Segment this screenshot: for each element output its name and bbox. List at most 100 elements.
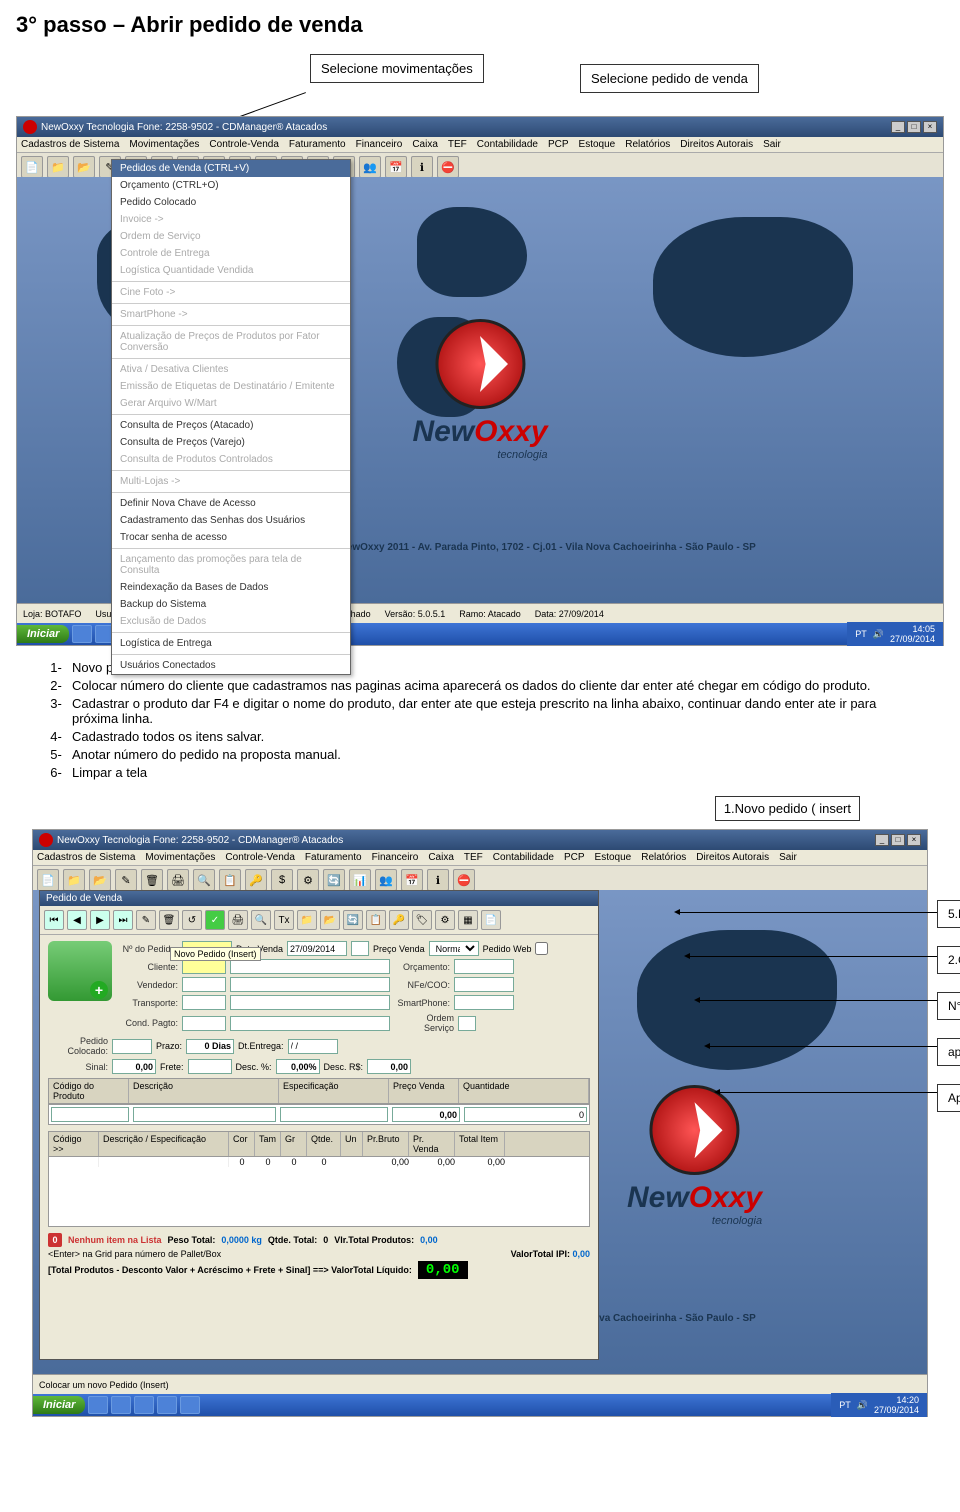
vendedor-nome-input[interactable] xyxy=(230,977,390,992)
toolbar-icon[interactable]: 👥 xyxy=(375,869,397,891)
toolbar-icon[interactable]: 📊 xyxy=(349,869,371,891)
os-input[interactable] xyxy=(458,1016,476,1031)
next-record-icon[interactable]: ▶ xyxy=(90,910,110,930)
dropdown-item[interactable]: Cine Foto -> xyxy=(112,284,350,301)
toolbar-icon[interactable]: 📂 xyxy=(73,156,95,178)
dropdown-item[interactable]: SmartPhone -> xyxy=(112,306,350,323)
document-icon[interactable]: 📄 xyxy=(481,910,501,930)
dropdown-item[interactable]: Definir Nova Chave de Acesso xyxy=(112,495,350,512)
menu-item[interactable]: PCP xyxy=(564,852,585,863)
minimize-icon[interactable]: _ xyxy=(875,834,889,846)
data-venda-input[interactable] xyxy=(287,941,347,956)
menu-item[interactable]: Contabilidade xyxy=(493,852,554,863)
pedido-toolbar[interactable]: ⏮ ◀ ▶ ⏭ ✎ 🗑 ↺ ✓ 🖨 🔍 Tx 📁 📂 🔄 📋 🔑 🏷 ⚙ ▦ 📄 xyxy=(40,906,598,935)
dropdown-item[interactable]: Usuários Conectados xyxy=(112,657,350,674)
menu-item[interactable]: Caixa xyxy=(428,852,454,863)
frete-input[interactable] xyxy=(188,1059,232,1074)
dropdown-item[interactable]: Orçamento (CTRL+O) xyxy=(112,177,350,194)
preco-select[interactable]: Normal xyxy=(429,941,479,956)
quick-launch-icon[interactable] xyxy=(72,625,92,643)
toolbar-icon[interactable]: ⛔ xyxy=(453,869,475,891)
menu-item[interactable]: Contabilidade xyxy=(477,139,538,150)
windows-taskbar[interactable]: Iniciar PT 🔊 14:20 27/09/2014 xyxy=(33,1394,927,1416)
dropdown-item[interactable]: Logística de Entrega xyxy=(112,635,350,652)
dropdown-item[interactable]: Emissão de Etiquetas de Destinatário / E… xyxy=(112,378,350,395)
descricao-input[interactable] xyxy=(133,1107,276,1122)
toolbar-icon[interactable]: 📄 xyxy=(37,869,59,891)
dropdown-item[interactable]: Atualização de Preços de Produtos por Fa… xyxy=(112,328,350,356)
descr-input[interactable] xyxy=(367,1059,411,1074)
menu-item[interactable]: Relatórios xyxy=(625,139,670,150)
close-icon[interactable]: × xyxy=(907,834,921,846)
menu-item[interactable]: TEF xyxy=(448,139,467,150)
menu-item[interactable]: TEF xyxy=(464,852,483,863)
pedido-web-checkbox[interactable] xyxy=(535,941,548,956)
menu-item[interactable]: Faturamento xyxy=(305,852,362,863)
toolbar-icon[interactable]: ✎ xyxy=(115,869,137,891)
menu-item[interactable]: Sair xyxy=(763,139,781,150)
dropdown-item[interactable]: Pedido Colocado xyxy=(112,194,350,211)
tag-icon[interactable]: 🏷 xyxy=(412,910,432,930)
minimize-icon[interactable]: _ xyxy=(891,121,905,133)
orcamento-input[interactable] xyxy=(454,959,514,974)
edit-record-icon[interactable]: 🗑 xyxy=(159,910,179,930)
tray-lang[interactable]: PT xyxy=(839,1400,851,1410)
dtentrega-input[interactable] xyxy=(288,1039,338,1054)
dropdown-item[interactable]: Ativa / Desativa Clientes xyxy=(112,361,350,378)
toolbar-icon[interactable]: $ xyxy=(271,869,293,891)
condpagto-nome-input[interactable] xyxy=(230,1016,390,1031)
print-icon[interactable]: 🖨 xyxy=(228,910,248,930)
prev-record-icon[interactable]: ◀ xyxy=(67,910,87,930)
toolbar-icon[interactable]: ⚙ xyxy=(297,869,319,891)
cancel-record-icon[interactable]: ↺ xyxy=(182,910,202,930)
search-icon[interactable]: 🔍 xyxy=(251,910,271,930)
menu-item[interactable]: Controle-Venda xyxy=(225,852,295,863)
dropdown-item[interactable]: Invoice -> xyxy=(112,211,350,228)
key-icon[interactable]: 🔑 xyxy=(389,910,409,930)
movimentacoes-dropdown[interactable]: Pedidos de Venda (CTRL+V)Orçamento (CTRL… xyxy=(111,159,351,675)
toolbar-icon[interactable]: 📁 xyxy=(47,156,69,178)
last-record-icon[interactable]: ⏭ xyxy=(113,910,133,930)
dropdown-item[interactable]: Logística Quantidade Vendida xyxy=(112,262,350,279)
toolbar-icon[interactable]: 🖨 xyxy=(167,869,189,891)
toolbar-icon[interactable]: 📂 xyxy=(89,869,111,891)
condpagto-input[interactable] xyxy=(182,1016,226,1031)
menu-item[interactable]: Caixa xyxy=(412,139,438,150)
menu-item[interactable]: Estoque xyxy=(595,852,632,863)
folder-open-icon[interactable]: 📂 xyxy=(320,910,340,930)
colocado-input[interactable] xyxy=(112,1039,152,1054)
transporte-input[interactable] xyxy=(182,995,226,1010)
close-icon[interactable]: × xyxy=(923,121,937,133)
itens-grid-body[interactable]: 0 0 0 0 0,00 0,00 0,00 xyxy=(48,1157,590,1227)
dropdown-item[interactable]: Ordem de Serviço xyxy=(112,228,350,245)
toolbar-icon[interactable]: 🔄 xyxy=(323,869,345,891)
menu-item[interactable]: Financeiro xyxy=(372,852,419,863)
menu-item[interactable]: Direitos Autorais xyxy=(696,852,769,863)
menu-item[interactable]: Controle-Venda xyxy=(209,139,279,150)
toolbar-icon[interactable]: 📄 xyxy=(21,156,43,178)
precovenda-input[interactable] xyxy=(392,1107,460,1122)
menu-item[interactable]: Faturamento xyxy=(289,139,346,150)
descpct-input[interactable] xyxy=(276,1059,320,1074)
dropdown-item[interactable]: Reindexação da Bases de Dados xyxy=(112,579,350,596)
menu-item[interactable]: Cadastros de Sistema xyxy=(37,852,135,863)
menubar[interactable]: Cadastros de SistemaMovimentaçõesControl… xyxy=(17,137,943,153)
toolbar-icon[interactable]: ⛔ xyxy=(437,156,459,178)
transporte-nome-input[interactable] xyxy=(230,995,390,1010)
quick-launch-icon[interactable] xyxy=(157,1396,177,1414)
dropdown-item[interactable]: Consulta de Preços (Atacado) xyxy=(112,417,350,434)
menubar[interactable]: Cadastros de Sistema Movimentações Control… xyxy=(33,850,927,866)
maximize-icon[interactable]: □ xyxy=(907,121,921,133)
maximize-icon[interactable]: □ xyxy=(891,834,905,846)
toolbar-icon[interactable]: 📅 xyxy=(401,869,423,891)
system-tray[interactable]: PT 🔊 14:05 27/09/2014 xyxy=(847,622,943,646)
new-record-icon[interactable]: ✎ xyxy=(136,910,156,930)
menu-item[interactable]: Estoque xyxy=(579,139,616,150)
codigo-produto-input[interactable] xyxy=(51,1107,129,1122)
dropdown-item[interactable]: Trocar senha de acesso xyxy=(112,529,350,546)
smartphone-input[interactable] xyxy=(454,995,514,1010)
first-record-icon[interactable]: ⏮ xyxy=(44,910,64,930)
menu-item[interactable]: Movimentações xyxy=(145,852,215,863)
especificacao-input[interactable] xyxy=(280,1107,388,1122)
system-tray[interactable]: PT 🔊 14:20 27/09/2014 xyxy=(831,1393,927,1417)
